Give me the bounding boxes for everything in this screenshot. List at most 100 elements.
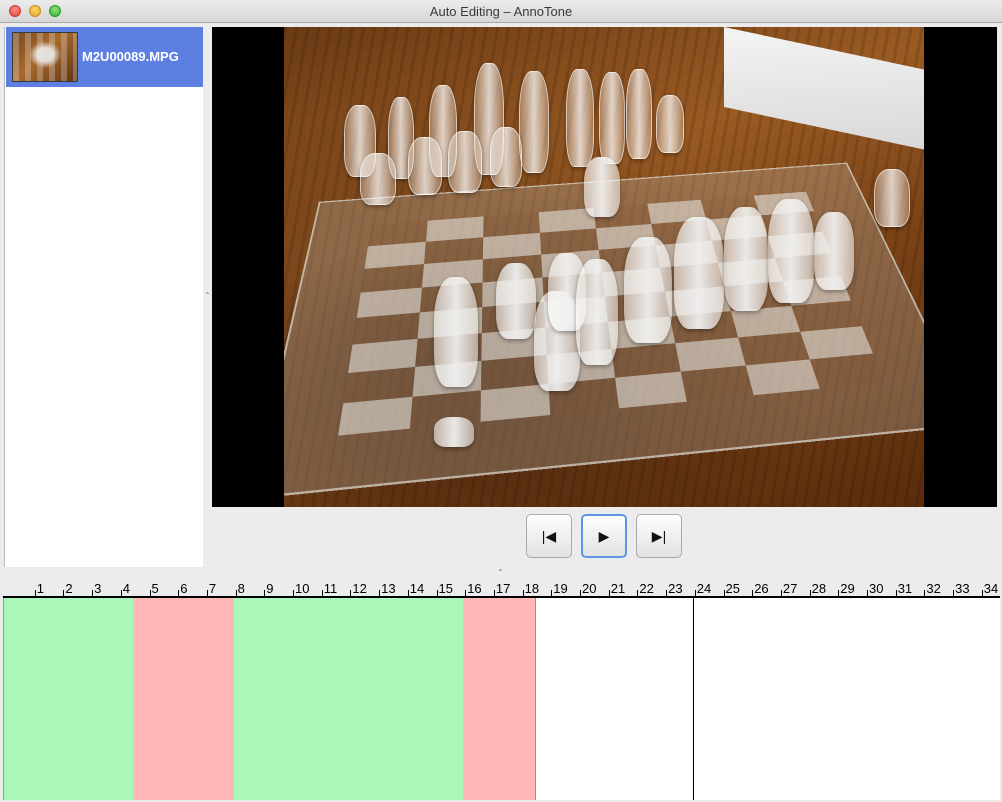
ruler-tick: [608, 590, 610, 596]
ruler-tick-label: 13: [381, 581, 396, 596]
ruler-tick: [493, 590, 495, 596]
keep-segment[interactable]: [233, 598, 464, 800]
ruler-tick-label: 20: [582, 581, 597, 596]
ruler-tick: [981, 590, 983, 596]
chess-piece-image: [656, 95, 684, 153]
ruler-tick-label: 14: [409, 581, 425, 596]
clip-item[interactable]: M2U00089.MPG: [6, 27, 203, 87]
playhead-marker[interactable]: [692, 598, 694, 800]
ruler-tick-label: 10: [295, 581, 310, 596]
ruler-tick-label: 29: [840, 581, 855, 596]
ruler-tick-label: 7: [208, 581, 217, 596]
ruler-tick-label: 16: [467, 581, 482, 596]
ruler-tick-label: 3: [94, 581, 102, 596]
ruler-tick: [149, 590, 151, 596]
ruler-tick-label: 23: [668, 581, 683, 596]
chess-piece-image: [360, 153, 396, 205]
chess-piece-image: [624, 237, 672, 343]
ruler-tick: [321, 590, 323, 596]
chess-piece-image: [448, 131, 482, 193]
ruler-tick-label: 1: [36, 581, 44, 596]
chess-piece-image: [408, 137, 442, 195]
ruler-tick: [637, 590, 639, 596]
ruler-tick-label: 9: [266, 581, 274, 596]
ruler-tick: [92, 590, 94, 596]
skip-to-end-icon: ▶|: [651, 527, 667, 544]
ruler-tick: [206, 590, 208, 596]
ruler-tick-label: 21: [610, 581, 626, 596]
ruler-tick: [838, 590, 840, 596]
ruler-tick-label: 32: [926, 581, 941, 596]
ruler-tick: [120, 590, 122, 596]
clip-list[interactable]: M2U00089.MPG: [4, 27, 203, 567]
chess-piece-image: [626, 69, 652, 159]
chess-piece-image: [434, 277, 478, 387]
video-preview: [212, 27, 997, 507]
ruler-tick-label: 15: [438, 581, 453, 596]
ruler-tick: [350, 590, 352, 596]
timeline-ruler[interactable]: 1 2 3 4 5 6 7 8 9 10 11 12 13 14 15 16 17 18 19 20 21 22 23 24 2…: [3, 578, 1000, 598]
paper-sheet-image-region: [724, 27, 924, 150]
play-button[interactable]: ▶: [581, 514, 627, 558]
ruler-tick: [63, 590, 65, 596]
timeline-track[interactable]: [3, 598, 1000, 800]
ruler-tick-label: 11: [323, 581, 338, 596]
ruler-tick-label: 26: [754, 581, 769, 596]
ruler-tick: [953, 590, 955, 596]
clip-thumbnail: [12, 32, 78, 82]
ruler-tick: [407, 590, 409, 596]
ruler-tick-label: 5: [151, 581, 159, 596]
ruler-tick-label: 25: [725, 581, 740, 596]
chess-piece-image: [599, 72, 625, 164]
ruler-tick-label: 28: [811, 581, 827, 596]
ruler-tick: [809, 590, 811, 596]
ruler-tick: [666, 590, 668, 596]
ruler-tick-label: 22: [639, 581, 654, 596]
ruler-tick-label: 18: [524, 581, 540, 596]
ruler-tick-label: 8: [237, 581, 245, 596]
play-icon: ▶: [598, 527, 610, 544]
chess-piece-image: [814, 212, 854, 290]
chess-piece-image: [584, 157, 620, 217]
window-title: Auto Editing – AnnoTone: [429, 4, 573, 19]
skip-to-start-button[interactable]: |◀: [526, 514, 572, 558]
chess-piece-image: [874, 169, 910, 227]
cut-segment[interactable]: [463, 598, 536, 800]
cut-segment[interactable]: [133, 598, 235, 800]
ruler-tick: [895, 590, 897, 596]
ruler-tick: [293, 590, 294, 596]
ruler-tick-label: 17: [495, 581, 511, 596]
ruler-tick-label: 24: [696, 581, 712, 596]
chess-piece-image: [496, 263, 536, 339]
ruler-tick: [465, 590, 467, 596]
title-bar: Auto Editing – AnnoTone: [0, 0, 1002, 23]
keep-segment[interactable]: [4, 598, 134, 800]
horizontal-split-handle[interactable]: ⌃: [497, 568, 504, 577]
ruler-tick: [924, 590, 926, 596]
video-frame: [284, 27, 924, 507]
skip-to-start-icon: |◀: [541, 527, 557, 544]
ruler-tick: [178, 590, 180, 596]
ruler-tick: [34, 590, 36, 596]
ruler-tick: [379, 590, 381, 596]
ruler-tick: [580, 590, 581, 596]
ruler-tick-label: 30: [869, 581, 884, 596]
ruler-tick-label: 33: [955, 581, 970, 596]
ruler-tick-label: 31: [897, 581, 913, 596]
ruler-tick-label: 19: [553, 581, 568, 596]
ruler-tick: [551, 590, 553, 596]
ruler-tick: [780, 590, 782, 596]
ruler-tick-label: 12: [352, 581, 367, 596]
chess-piece-image: [519, 71, 549, 173]
skip-to-end-button[interactable]: ▶|: [636, 514, 682, 558]
ruler-tick: [723, 590, 725, 596]
ruler-tick: [264, 590, 266, 596]
chess-piece-image: [434, 417, 474, 447]
vertical-split-handle[interactable]: ⌃: [204, 292, 211, 300]
chess-piece-image: [490, 127, 522, 187]
clip-name: M2U00089.MPG: [82, 49, 179, 64]
ruler-tick-label: 6: [180, 581, 188, 596]
chess-piece-image: [724, 207, 768, 311]
ruler-tick-label: 34: [983, 581, 999, 596]
chess-piece-image: [674, 217, 724, 329]
